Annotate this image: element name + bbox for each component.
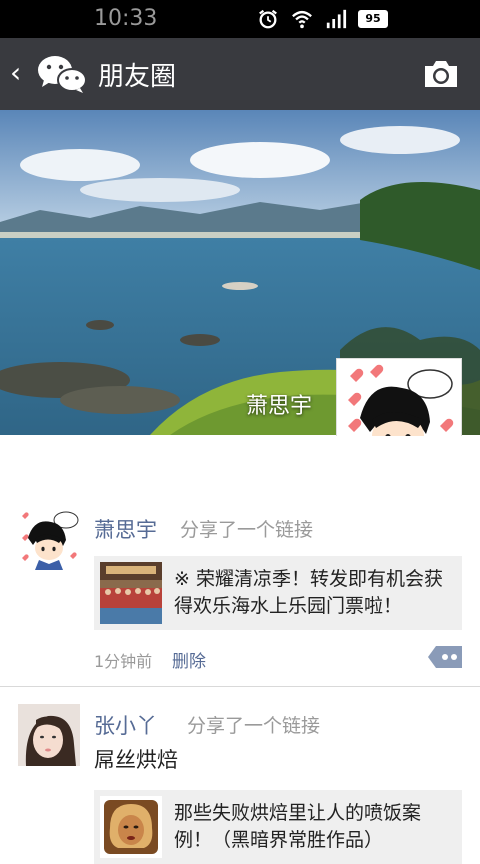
wechat-logo-icon (38, 56, 87, 93)
post-action-text: 分享了一个链接 (180, 519, 314, 541)
post-action-text: 分享了一个链接 (187, 715, 321, 737)
portrait-thumbnail-icon (100, 796, 162, 858)
link-title: ※ 荣耀清凉季！转发即有机会获得欢乐海水上乐园门票啦！ (174, 568, 443, 617)
moments-feed: 萧思宇 分享了一个链接 ※ 荣耀清凉季！转发即有机会获得欢乐海水上乐园门票啦！ … (0, 436, 480, 864)
link-thumbnail (100, 796, 162, 858)
user-photo-icon (18, 704, 80, 766)
link-title: 那些失败烘焙里让人的喷饭案例！（黑暗界常胜作品） (174, 802, 422, 851)
back-button[interactable]: ‹ (10, 58, 30, 88)
link-thumbnail (100, 562, 162, 624)
post-avatar[interactable] (18, 508, 80, 570)
delete-button[interactable]: 删除 (172, 647, 206, 672)
link-card[interactable]: ※ 荣耀清凉季！转发即有机会获得欢乐海水上乐园门票啦！ (94, 556, 462, 630)
cartoon-avatar-icon (18, 508, 80, 570)
post-divider (0, 686, 480, 687)
post-timestamp: 1分钟前 (94, 652, 153, 671)
action-bar: ‹ 朋友圈 (0, 38, 480, 110)
event-photo-icon (100, 562, 162, 624)
post-author-name[interactable]: 萧思宇 (94, 514, 157, 544)
status-time: 10:33 (94, 6, 158, 31)
status-bar: 95 10:33 (0, 0, 480, 38)
post-avatar[interactable] (18, 704, 80, 766)
post-text: 屌丝烘焙 (94, 748, 178, 772)
camera-icon[interactable] (422, 58, 460, 90)
page-title: 朋友圈 (98, 62, 177, 92)
comment-icon[interactable] (428, 646, 462, 668)
link-card[interactable]: 那些失败烘焙里让人的喷饭案例！（黑暗界常胜作品） (94, 790, 462, 864)
cover-user-name: 萧思宇 (246, 394, 313, 419)
post-author-name[interactable]: 张小丫 (94, 710, 157, 740)
